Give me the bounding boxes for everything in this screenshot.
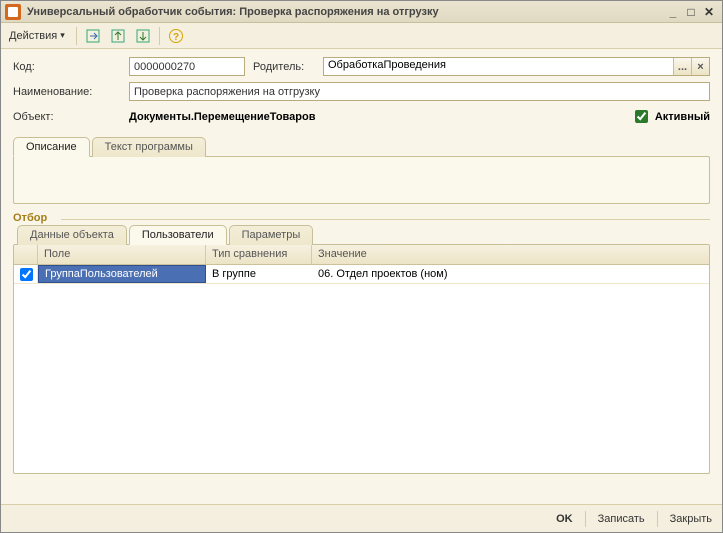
parent-field[interactable]: ОбработкаПроведения ... ×: [323, 57, 710, 76]
tab-object-data[interactable]: Данные объекта: [17, 225, 127, 245]
active-label: Активный: [655, 111, 710, 123]
go-icon: [85, 28, 101, 44]
tab-parameters[interactable]: Параметры: [229, 225, 314, 245]
table-row[interactable]: ГруппаПользователей В группе 06. Отдел п…: [14, 265, 709, 284]
filter-grid-panel: Поле Тип сравнения Значение ГруппаПользо…: [13, 244, 710, 474]
grid-col-check[interactable]: [14, 245, 38, 264]
close-button[interactable]: Закрыть: [670, 513, 712, 525]
description-panel[interactable]: [13, 156, 710, 204]
object-value: Документы.ПеремещениеТоваров: [129, 111, 631, 123]
active-checkbox[interactable]: [635, 110, 648, 123]
form-area: Код: Родитель: ОбработкаПроведения ... ×…: [1, 49, 722, 136]
next-icon: [135, 28, 151, 44]
window-title: Универсальный обработчик события: Провер…: [27, 6, 439, 18]
row-cmp[interactable]: В группе: [206, 265, 312, 283]
grid-body[interactable]: ГруппаПользователей В группе 06. Отдел п…: [14, 265, 709, 473]
parent-label: Родитель:: [253, 61, 323, 73]
actions-menu[interactable]: Действия ▾: [7, 30, 71, 42]
tab-users[interactable]: Пользователи: [129, 225, 227, 245]
grid-col-cmp[interactable]: Тип сравнения: [206, 245, 312, 264]
grid-header: Поле Тип сравнения Значение: [14, 245, 709, 265]
main-tabs: Описание Текст программы: [1, 137, 722, 157]
grid-col-value[interactable]: Значение: [312, 245, 709, 264]
prev-icon: [110, 28, 126, 44]
toolbar: Действия ▾ ?: [1, 23, 722, 49]
prev-button[interactable]: [107, 26, 129, 46]
minimize-button[interactable]: _: [664, 4, 682, 20]
app-icon: [5, 4, 21, 20]
toolbar-separator: [76, 27, 77, 45]
close-window-button[interactable]: ✕: [700, 4, 718, 20]
next-button[interactable]: [132, 26, 154, 46]
row-value[interactable]: 06. Отдел проектов (ном): [312, 265, 709, 283]
help-icon: ?: [168, 28, 184, 44]
name-input[interactable]: [129, 82, 710, 101]
footer-separator: [585, 511, 586, 527]
titlebar: Универсальный обработчик события: Провер…: [1, 1, 722, 23]
parent-value: ОбработкаПроведения: [324, 58, 673, 75]
parent-clear-button[interactable]: ×: [691, 58, 709, 75]
tab-program-text[interactable]: Текст программы: [92, 137, 206, 157]
name-label: Наименование:: [13, 86, 129, 98]
svg-text:?: ?: [173, 32, 179, 43]
toolbar-separator: [159, 27, 160, 45]
window: Универсальный обработчик события: Провер…: [0, 0, 723, 533]
row-field[interactable]: ГруппаПользователей: [38, 265, 206, 283]
ok-button[interactable]: OK: [556, 513, 573, 525]
grid-col-field[interactable]: Поле: [38, 245, 206, 264]
row-checkbox[interactable]: [20, 268, 33, 281]
filter-tabs: Данные объекта Пользователи Параметры: [1, 225, 722, 245]
object-label: Объект:: [13, 111, 129, 123]
actions-label: Действия: [9, 30, 57, 42]
maximize-button[interactable]: □: [682, 4, 700, 20]
dropdown-icon: ▾: [60, 30, 65, 41]
filter-group-label: Отбор: [13, 212, 710, 224]
tab-description[interactable]: Описание: [13, 137, 90, 157]
save-button[interactable]: Записать: [598, 513, 645, 525]
go-button[interactable]: [82, 26, 104, 46]
footer-separator: [657, 511, 658, 527]
footer-bar: OK Записать Закрыть: [1, 504, 722, 532]
code-label: Код:: [13, 61, 129, 73]
code-input[interactable]: [129, 57, 245, 76]
help-button[interactable]: ?: [165, 26, 187, 46]
parent-select-button[interactable]: ...: [673, 58, 691, 75]
